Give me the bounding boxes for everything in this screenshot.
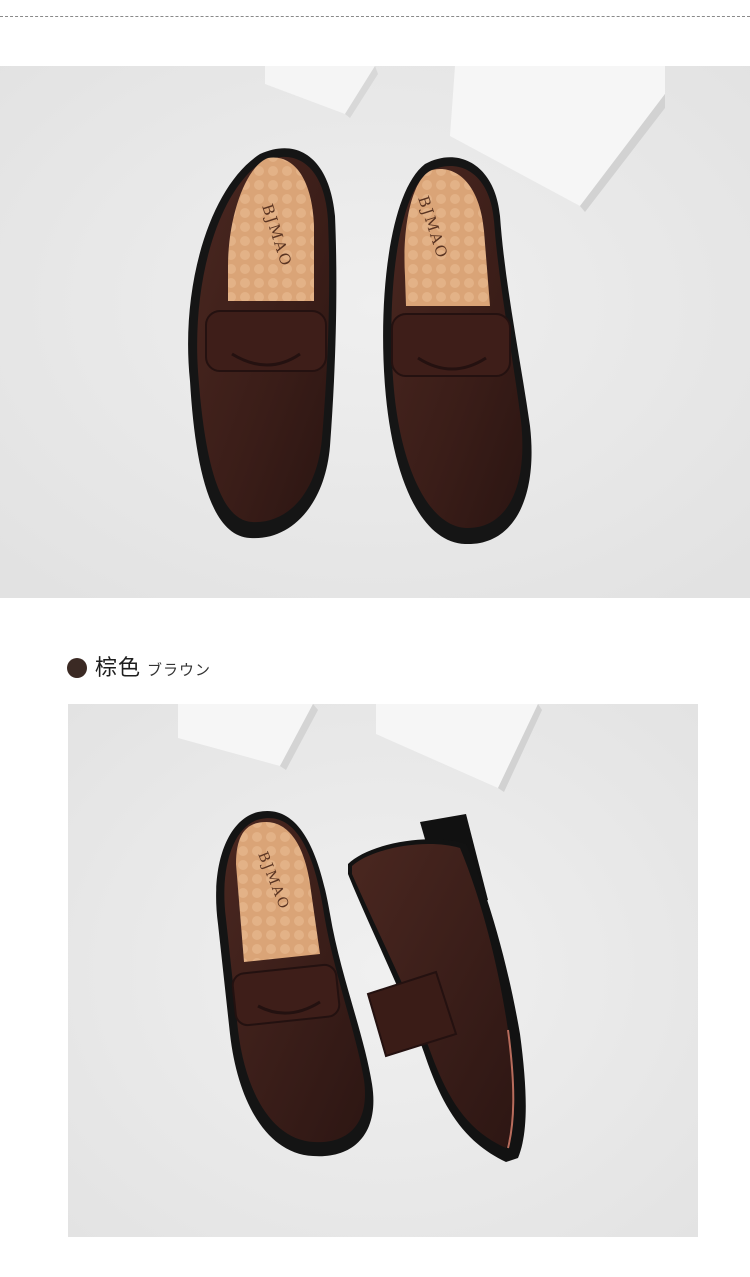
color-name: 棕色 (95, 656, 142, 681)
color-swatch-dot (67, 658, 87, 678)
dashed-divider (0, 16, 750, 17)
color-option-label: 棕色 ブラウン (67, 650, 211, 686)
product-photo-bottom: BJMAO (68, 704, 698, 1237)
product-photo-top: BJMAO BJMAO (0, 66, 750, 598)
color-name-japanese: ブラウン (147, 661, 212, 679)
